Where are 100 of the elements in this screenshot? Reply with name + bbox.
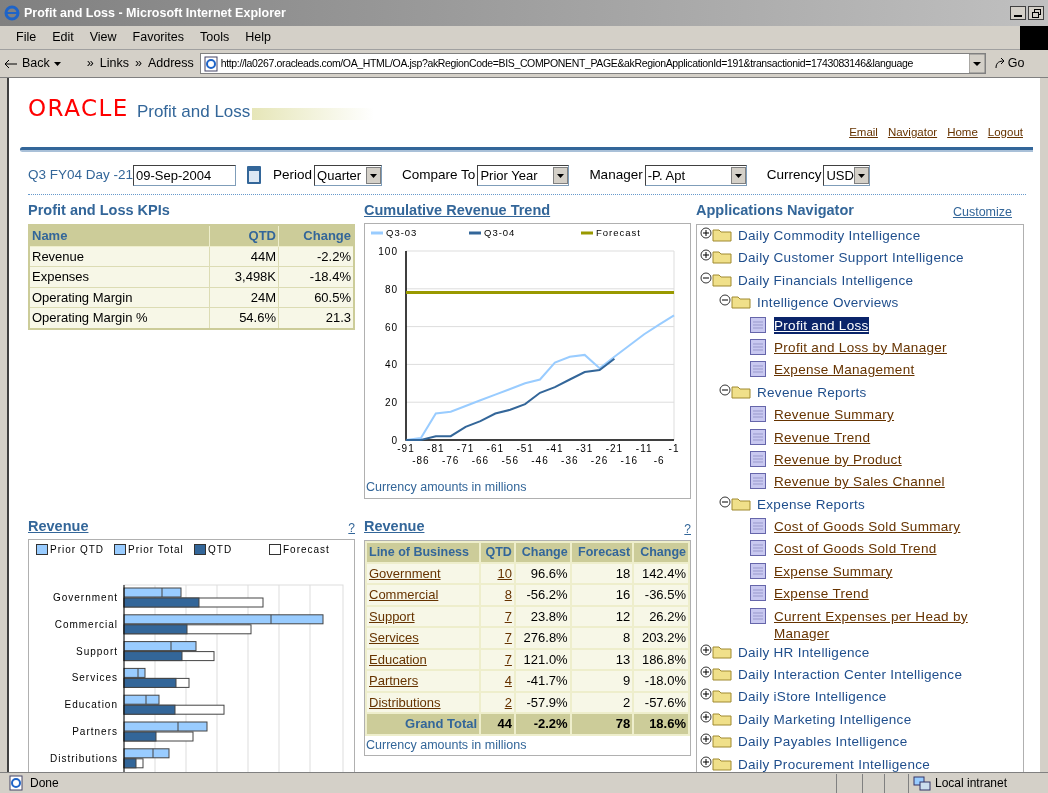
customize-link[interactable]: Customize <box>952 203 1012 222</box>
menu-item[interactable]: Edit <box>52 28 74 47</box>
folder-icon <box>712 643 732 659</box>
header-link[interactable]: Logout <box>987 124 1023 142</box>
help-link[interactable]: ? <box>684 519 691 538</box>
collapse-icon[interactable] <box>719 294 731 307</box>
axis-tick-label: -56 <box>501 455 519 466</box>
axis-tick-label: -16 <box>620 455 639 466</box>
legend-label: Q3-03 <box>386 227 418 238</box>
report-link[interactable]: Expense Summary <box>774 562 893 580</box>
go-button[interactable]: Go <box>993 54 1025 73</box>
report-link[interactable]: Cost of Goods Sold Summary <box>774 518 961 536</box>
folder-label[interactable]: Revenue Reports <box>757 383 867 401</box>
column-header: Name <box>29 225 210 246</box>
restore-button[interactable] <box>1028 6 1044 20</box>
table-cell: 276.8% <box>514 627 571 649</box>
expand-icon[interactable] <box>700 227 712 239</box>
table-cell: -41.7% <box>514 670 571 692</box>
expand-icon[interactable] <box>700 733 712 746</box>
column-header: Line of Business <box>366 541 481 563</box>
filter-select[interactable]: -P. Apt <box>644 164 747 186</box>
axis-tick-label: -46 <box>531 455 549 466</box>
date-field[interactable]: 09-Sep-2004 <box>133 164 237 186</box>
folder-label[interactable]: Expense Reports <box>757 495 866 513</box>
expand-icon[interactable] <box>700 710 712 723</box>
table-link[interactable]: 8 <box>504 587 512 602</box>
axis-tick-label: 40 <box>384 359 398 371</box>
report-link[interactable]: Revenue by Sales Channel <box>774 473 945 491</box>
table-link[interactable]: 2 <box>504 694 512 710</box>
calendar-icon[interactable] <box>246 165 263 186</box>
header-link[interactable]: Home <box>947 124 978 142</box>
folder-label[interactable]: Daily iStore Intelligence <box>738 688 887 706</box>
collapse-icon[interactable] <box>719 383 731 396</box>
folder-label[interactable]: Daily Procurement Intelligence <box>738 755 931 772</box>
header-link[interactable]: Email <box>849 124 878 142</box>
collapse-icon[interactable] <box>700 271 712 284</box>
folder-label[interactable]: Intelligence Overviews <box>757 294 899 312</box>
folder-label[interactable]: Daily Marketing Intelligence <box>738 710 912 728</box>
filter-select[interactable]: USD <box>823 164 871 186</box>
browser-icon <box>4 5 20 21</box>
folder-icon <box>712 227 732 242</box>
oracle-logo: ORACLE <box>28 97 129 120</box>
legend-label: Prior Total <box>128 544 184 556</box>
folder-icon <box>712 249 732 265</box>
toolbar-chevron[interactable]: » <box>86 54 94 73</box>
section-heading[interactable]: Revenue <box>364 516 425 538</box>
menu-item[interactable]: Tools <box>200 28 230 47</box>
menu-item[interactable]: Help <box>245 28 271 47</box>
report-link[interactable]: Profit and Loss <box>774 316 869 334</box>
axis-tick-label: 60 <box>384 321 398 333</box>
report-link[interactable]: Profit and Loss by Manager <box>774 338 947 356</box>
folder-label[interactable]: Daily Customer Support Intelligence <box>738 249 964 267</box>
category-label: Partners <box>72 726 118 738</box>
section-heading[interactable]: Cumulative Revenue Trend <box>364 200 691 222</box>
table-link[interactable]: 7 <box>504 608 512 624</box>
folder-icon <box>712 710 732 726</box>
folder-label[interactable]: Daily HR Intelligence <box>738 643 870 661</box>
links-label[interactable]: Links <box>99 54 129 73</box>
toolbar-chevron[interactable]: » <box>134 54 142 73</box>
folder-label[interactable]: Daily Interaction Center Intelligence <box>738 666 963 684</box>
report-link[interactable]: Revenue by Product <box>774 450 902 468</box>
report-link[interactable]: Expense Trend <box>774 585 869 603</box>
expand-icon[interactable] <box>700 688 712 701</box>
intranet-icon <box>913 775 931 791</box>
report-link[interactable]: Revenue Summary <box>774 406 895 424</box>
page-icon <box>202 55 219 72</box>
total-cell: Grand Total <box>366 713 481 735</box>
table-link[interactable]: 4 <box>504 673 512 688</box>
section-heading: Profit and Loss KPIs <box>28 201 171 221</box>
report-link[interactable]: Expense Management <box>774 361 915 379</box>
collapse-icon[interactable] <box>719 495 731 508</box>
table-cell: 3,498K <box>209 266 279 287</box>
folder-label[interactable]: Daily Financials Intelligence <box>738 271 914 289</box>
folder-label[interactable]: Daily Commodity Intelligence <box>738 227 921 244</box>
filter-select[interactable]: Quarter <box>314 164 383 186</box>
table-link[interactable]: 7 <box>504 651 512 667</box>
folder-icon <box>712 271 732 287</box>
section-heading[interactable]: Revenue <box>28 515 89 538</box>
axis-tick-label: -86 <box>412 455 430 466</box>
help-link[interactable]: ? <box>348 519 355 538</box>
expand-icon[interactable] <box>700 643 712 656</box>
table-link[interactable]: 7 <box>504 630 512 645</box>
back-button[interactable]: Back <box>4 54 61 73</box>
report-link[interactable]: Current Expenses per Head by Manager <box>774 607 982 642</box>
filter-select[interactable]: Prior Year <box>477 164 570 186</box>
menu-item[interactable]: File <box>16 28 37 47</box>
column-header: Change <box>633 541 689 563</box>
address-field[interactable]: http://la0267.oracleads.com/OA_HTML/OA.jsp?akRegionCode=BIS_COMPONENT_PAGE&akRegionApplicationId=191&transactionid=1743083146&language <box>199 53 986 74</box>
report-link[interactable]: Revenue Trend <box>774 428 871 446</box>
report-link[interactable]: Cost of Goods Sold Trend <box>774 540 937 558</box>
folder-label[interactable]: Daily Payables Intelligence <box>738 733 908 751</box>
minimize-button[interactable] <box>1010 6 1026 20</box>
expand-icon[interactable] <box>700 755 712 768</box>
address-label: Address <box>147 55 194 73</box>
header-link[interactable]: Navigator <box>887 124 938 142</box>
expand-icon[interactable] <box>700 666 712 679</box>
menu-item[interactable]: View <box>89 28 117 47</box>
table-cell: 24M <box>209 287 279 308</box>
menu-item[interactable]: Favorites <box>132 28 184 47</box>
expand-icon[interactable] <box>700 249 712 262</box>
